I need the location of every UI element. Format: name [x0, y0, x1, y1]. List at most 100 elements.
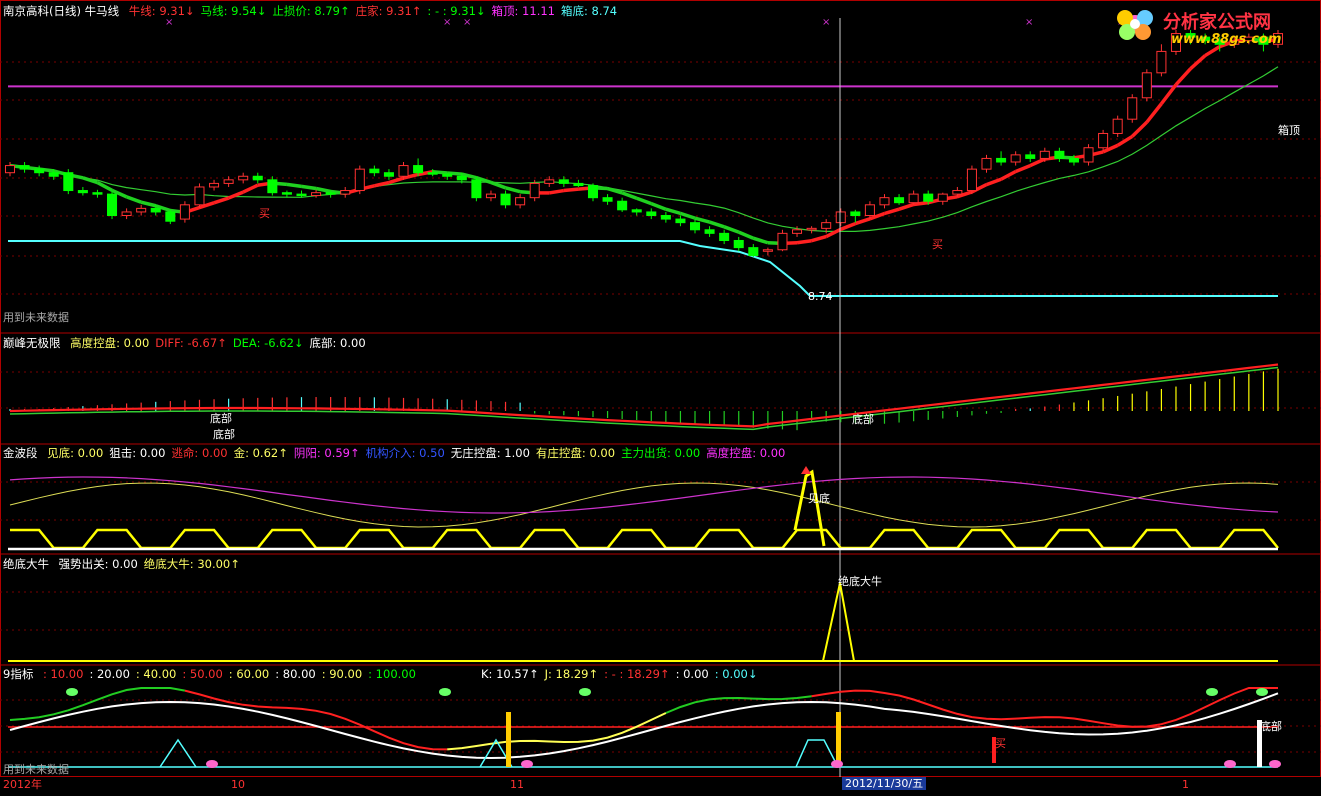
candle-body-14: [209, 182, 220, 188]
candle-body-27: [398, 165, 409, 177]
bottom-label-1: 底部: [210, 412, 232, 425]
pane1-item-5: 箱顶: 11.11: [491, 4, 555, 18]
pane5-level-item-4: : 60.00: [228, 667, 270, 681]
j-line-1: [9, 687, 186, 721]
candle-body-52: [762, 249, 773, 252]
candle-body-17: [252, 175, 263, 181]
candle-body-66: [966, 168, 977, 192]
candle-body-1: [19, 165, 30, 170]
j-line-2: [184, 689, 448, 751]
signal-bar-1: [506, 712, 511, 767]
candle-body-6: [92, 192, 103, 195]
pane1-item-0: 牛线: 9.31↓: [128, 4, 195, 18]
candle-body-77: [1127, 97, 1138, 120]
candle-body-37: [544, 179, 555, 184]
bull-line-seg-42: [607, 186, 623, 195]
bull-line-seg-27: [388, 176, 405, 185]
candle-body-50: [733, 239, 744, 249]
diamond-top-icon-1: [439, 688, 451, 696]
pane3-header: 金波段 见底: 0.00 狙击: 0.00 逃命: 0.00 金: 0.62↑ 阴阳: …: [3, 446, 797, 460]
candle-body-46: [675, 218, 686, 224]
candle-body-38: [558, 179, 569, 184]
pane1-item-6: 箱底: 8.74: [560, 4, 618, 18]
candle-body-11: [165, 211, 176, 222]
bottom-label-3: 底部: [852, 413, 874, 426]
bull-line-seg-10: [140, 200, 157, 208]
bull-line-seg-44: [636, 196, 652, 206]
pane5-level-item-5: : 80.00: [275, 667, 316, 681]
bull-line-seg-80: [1160, 83, 1178, 105]
candle-body-32: [471, 179, 482, 199]
bull-line-seg-48: [694, 216, 711, 224]
bull-line-seg-77: [1116, 134, 1134, 147]
pane2-item-2: DEA: -6.62↓: [232, 336, 304, 350]
see-bottom-label: 见底: [808, 492, 830, 505]
watermark-title: 分析家公式网: [1163, 12, 1271, 33]
candle-body-5: [77, 190, 88, 194]
candle-body-79: [1156, 50, 1167, 74]
bull-line-seg-22: [315, 186, 331, 194]
bottom-label-2: 底部: [213, 428, 235, 441]
bull-line-seg-68: [985, 177, 1002, 187]
candle-body-18: [267, 179, 278, 194]
diamond-top-icon-2: [579, 688, 591, 696]
pane5-title: 9指标: [3, 667, 34, 681]
candle-body-78: [1141, 72, 1152, 99]
pane4-header: 绝底大牛 强势出关: 0.00 绝底大牛: 30.00↑: [3, 557, 252, 571]
candle-body-23: [340, 190, 351, 195]
candle-body-45: [660, 215, 671, 220]
candle-body-44: [646, 211, 657, 217]
bull-line-seg-50: [723, 225, 740, 234]
candle-body-13: [194, 186, 205, 206]
bull-line-seg-20: [286, 182, 302, 189]
pane4-title: 绝底大牛: [3, 557, 49, 571]
candle-body-3: [48, 172, 59, 177]
candle-body-2: [34, 168, 45, 174]
candle-body-28: [413, 165, 424, 174]
candle-body-72: [1054, 150, 1065, 159]
candle-body-20: [296, 193, 307, 197]
bull-line-seg-57: [825, 227, 842, 239]
diamond-bottom-icon-2: [831, 760, 843, 768]
diamond-bottom-icon-3: [1224, 760, 1236, 768]
bull-line-seg-15: [213, 196, 230, 205]
candle-body-63: [923, 193, 934, 202]
pane5-item-1: J: 18.29↑: [544, 667, 599, 681]
bull-line-seg-55: [796, 238, 812, 245]
candle-body-0: [4, 165, 16, 174]
pane5-item-2: : - : 18.29↑: [604, 667, 670, 681]
candle-body-30: [442, 173, 453, 177]
bull-line-seg-58: [840, 221, 856, 231]
x-marker-4: ×: [1025, 17, 1033, 28]
candle-body-75: [1098, 132, 1109, 149]
date-axis: 2012年 10 11 2012/11/30/五 1: [0, 777, 1321, 793]
pane2-item-3: 底部: 0.00: [309, 336, 366, 350]
bull-line-seg-17: [242, 183, 259, 194]
bull-line-seg-47: [679, 211, 696, 220]
x-marker-0: ×: [165, 17, 173, 28]
diamond-bottom-icon-4: [1269, 760, 1281, 768]
candle-body-9: [136, 207, 147, 213]
diamond-top-icon-0: [66, 688, 78, 696]
candle-body-39: [573, 182, 584, 187]
x-marker-3: ×: [822, 17, 830, 28]
buy-signal-label-2: 买: [932, 238, 943, 251]
candle-body-4: [63, 172, 74, 192]
candle-body-58: [850, 211, 861, 217]
pane5-item-3: : 0.00: [675, 667, 709, 681]
pane5-item-0: K: 10.57↑: [481, 667, 539, 681]
bull-line-seg-62: [898, 202, 915, 211]
candle-body-21: [311, 192, 322, 197]
x-marker-1: ×: [443, 17, 451, 28]
candle-body-65: [952, 190, 963, 195]
chart-stage[interactable]: ×××××× 南京高科(日线) 牛马线 牛线: 9.31↓马线: 9.54↓止损…: [0, 0, 1321, 793]
bull-line-seg-81: [1174, 67, 1192, 86]
j-line-3: [447, 712, 667, 751]
pane1-header: 南京高科(日线) 牛马线 牛线: 9.31↓ 马线: 9.54↓ 止损价: 8.79…: [3, 4, 629, 18]
watermark-url: www.88gs.com: [1171, 32, 1282, 47]
bull-line-seg-70: [1014, 163, 1031, 174]
bull-line-seg-52: [752, 236, 769, 245]
bull-line-seg-59: [854, 217, 871, 226]
date-label-1: 1: [1182, 778, 1189, 791]
pane3-item-9: 高度控盘: 0.00: [706, 446, 786, 460]
